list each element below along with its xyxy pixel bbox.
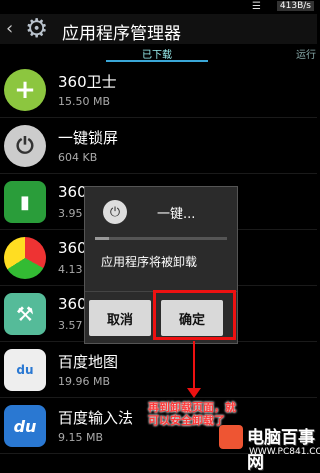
back-arrow-icon[interactable]: ‹: [6, 18, 13, 39]
app-size: 604 KB: [58, 151, 98, 164]
tab-downloaded[interactable]: 已下载: [142, 46, 172, 61]
app-name: 360: [58, 183, 87, 201]
map-pin-icon: du: [4, 349, 46, 391]
app-size: 9.15 MB: [58, 431, 104, 444]
power-icon: ⏻: [103, 200, 127, 224]
network-speed: 413B/s: [276, 1, 314, 11]
power-icon: ⏻: [4, 125, 46, 167]
baidu-input-icon: du: [4, 405, 46, 447]
app-size: 4.13: [58, 263, 83, 276]
app-name: 360卫士: [58, 73, 117, 91]
wifi-icon: ☰: [252, 1, 261, 12]
app-name: 360: [58, 295, 87, 313]
list-item[interactable]: du 百度地图 19.96 MB: [0, 342, 317, 398]
highlight-box: [153, 290, 236, 340]
tab-running[interactable]: 运行: [296, 46, 316, 61]
tab-bar: 已下载 运行: [0, 44, 317, 62]
app-name: 百度地图: [58, 353, 119, 371]
app-name: 360: [58, 239, 87, 257]
watermark-logo-icon: [219, 425, 243, 449]
app-browser-icon: [4, 237, 46, 279]
app-name: 百度输入法: [58, 409, 134, 427]
dialog-message: 应用程序将被卸载: [101, 255, 198, 269]
watermark: 电脑百事网 WWW.PC841.COM: [219, 423, 320, 473]
app-name: 一键锁屏: [58, 129, 119, 147]
app-size: 3.95: [58, 207, 83, 220]
app-size: 15.50 MB: [58, 95, 111, 108]
title-bar: ‹ ⚙ 应用程序管理器: [0, 14, 317, 44]
wrench-robot-icon: ⚒: [4, 293, 46, 335]
battery-icon: ▮: [4, 181, 46, 223]
app-size: 3.57: [58, 319, 83, 332]
app-360-guard-icon: +: [4, 69, 46, 111]
dialog-header: ⏻ 一键...: [85, 187, 237, 235]
page-title: 应用程序管理器: [62, 24, 181, 44]
status-bar: ☰ 413B/s: [0, 0, 317, 14]
app-size: 19.96 MB: [58, 375, 111, 388]
dialog-app-name: 一键...: [157, 207, 196, 222]
cancel-button[interactable]: 取消: [89, 300, 151, 336]
gear-icon: ⚙: [25, 14, 49, 44]
list-item[interactable]: + 360卫士 15.50 MB: [0, 62, 317, 118]
list-item[interactable]: ⏻ 一键锁屏 604 KB: [0, 118, 317, 174]
annotation-arrow: [193, 341, 195, 391]
annotation-arrow-head: [187, 388, 201, 398]
dialog-divider: [95, 237, 227, 240]
watermark-url: WWW.PC841.COM: [249, 447, 320, 457]
divider-accent: [95, 237, 109, 240]
